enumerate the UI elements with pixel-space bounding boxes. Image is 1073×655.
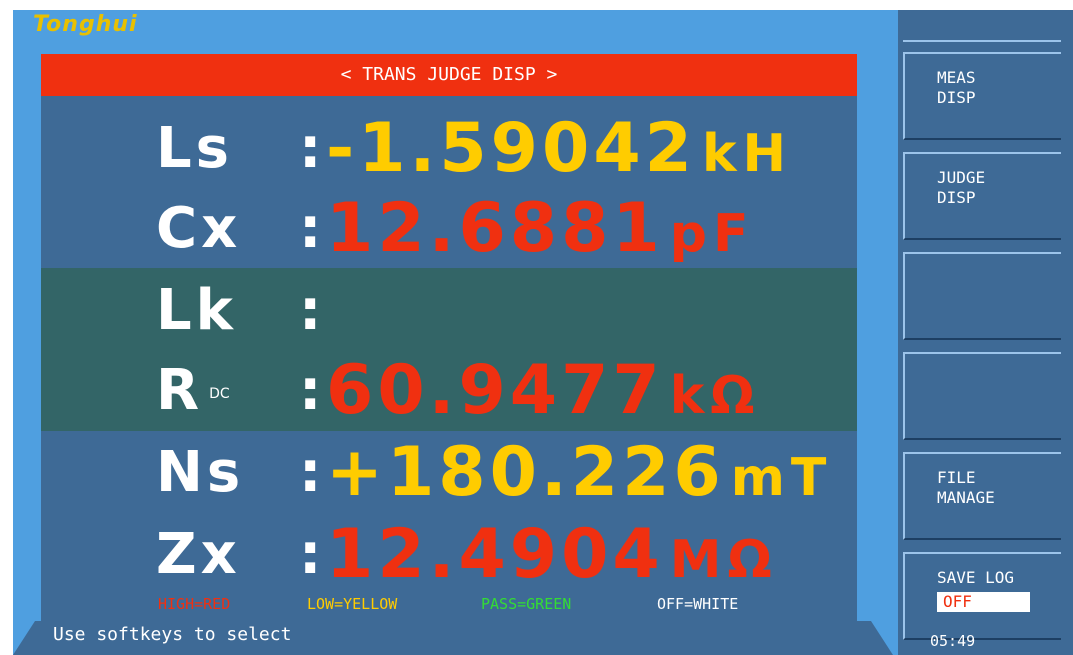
softkey-label-line2: MANAGE [937,488,995,507]
reading-colon: : [299,440,322,505]
reading-value: +180.226 mT [326,433,833,512]
softkey-label-line1: SAVE LOG [937,568,1015,587]
brand-logo: Tonghui [33,12,138,37]
reading-row-zx: Zx : 12.4904 MΩ [41,516,857,594]
softkey-panel-topline [903,40,1061,42]
reading-label: Zx [156,522,241,587]
reading-colon: : [299,278,322,343]
judge-legend: HIGH=RED LOW=YELLOW PASS=GREEN OFF=WHITE [41,595,857,617]
legend-off: OFF=WHITE [657,595,739,613]
clock-time: 05:49 [930,632,976,650]
status-message: Use softkeys to select [53,624,292,645]
reading-value: 12.6881 pF [326,189,755,268]
reading-value: 60.9477 kΩ [326,351,761,430]
reading-colon: : [299,116,322,181]
reading-label: R DC [156,358,230,423]
reading-row-rdc: R DC : 60.9477 kΩ [41,352,857,430]
reading-row-lk: Lk : [41,272,857,350]
legend-low: LOW=YELLOW [307,595,398,613]
softkey-judge-disp[interactable]: JUDGE DISP [903,152,1061,240]
reading-label: Lk [156,278,237,343]
reading-row-cx: Cx : 12.6881 pF [41,190,857,268]
reading-label: Cx [156,196,242,261]
reading-value [326,272,332,355]
reading-colon: : [299,358,322,423]
reading-label: Ns [156,440,245,505]
reading-value: 12.4904 MΩ [326,515,778,594]
reading-label: Ls [156,116,234,181]
reading-value: -1.59042 kH [326,109,793,188]
softkey-blank-1[interactable] [903,252,1061,340]
legend-pass: PASS=GREEN [481,595,572,613]
softkey-label-line1: MEAS [937,68,976,87]
softkey-label-line2: DISP [937,88,976,107]
reading-colon: : [299,196,322,261]
softkey-blank-2[interactable] [903,352,1061,440]
legend-high: HIGH=RED [158,595,231,613]
softkey-label-line1: JUDGE [937,168,986,187]
softkey-meas-disp[interactable]: MEAS DISP [903,52,1061,140]
reading-colon: : [299,522,322,587]
softkey-save-log[interactable]: SAVE LOG OFF [903,552,1061,640]
softkey-label-line2: DISP [937,188,976,207]
softkey-file-manage[interactable]: FILE MANAGE [903,452,1061,540]
reading-row-ls: Ls : -1.59042 kH [41,110,857,188]
page-title: < TRANS JUDGE DISP > [41,54,857,96]
reading-row-ns: Ns : +180.226 mT [41,434,857,512]
save-log-state: OFF [937,592,1030,612]
softkey-label-line1: FILE [937,468,976,487]
